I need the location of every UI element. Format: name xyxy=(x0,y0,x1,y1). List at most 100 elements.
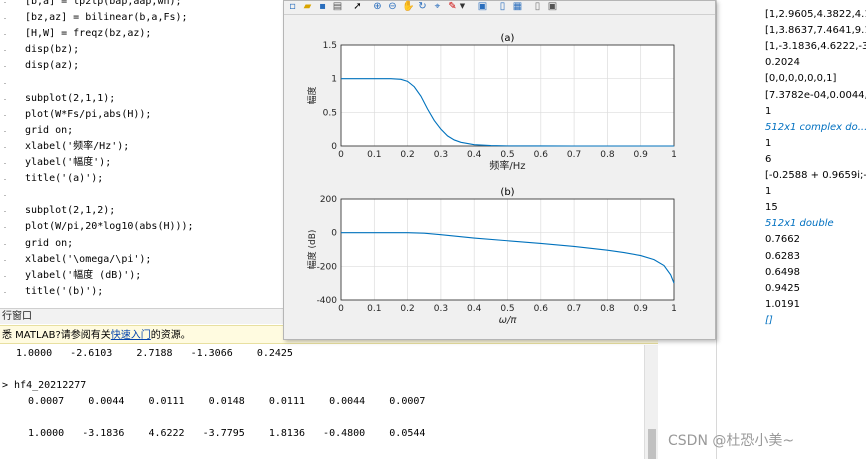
code-line[interactable]: [bz,az] = bilinear(b,a,Fs); xyxy=(25,12,188,24)
x-axis-label: 频率/Hz xyxy=(489,159,525,172)
workspace-value[interactable]: 1.0191 xyxy=(765,298,800,311)
x-tick-label: 0.7 xyxy=(567,150,581,160)
zoom-in-icon[interactable]: ⊕ xyxy=(372,1,383,12)
code-line[interactable]: grid on; xyxy=(25,125,73,137)
command-output-line: 1.0000 -2.6103 2.7188 -1.3066 0.2425 xyxy=(16,348,293,359)
dock-icon[interactable]: ▣ xyxy=(547,1,558,12)
print-icon[interactable]: ▤ xyxy=(332,1,343,12)
banner-suffix: 的资源。 xyxy=(150,330,191,341)
code-line[interactable]: [H,W] = freqz(bz,az); xyxy=(25,28,151,40)
y-tick-label: 0 xyxy=(331,142,337,152)
gutter-marker xyxy=(4,259,6,261)
save-icon[interactable]: ▪ xyxy=(317,1,328,12)
gutter-marker xyxy=(4,243,6,245)
workspace-value[interactable]: [0,0,0,0,0,0,1] xyxy=(765,72,836,85)
open-file-icon[interactable]: ▰ xyxy=(302,1,313,12)
code-line[interactable]: disp(bz); xyxy=(25,44,79,56)
gutter-marker xyxy=(4,227,6,229)
x-tick-label: 0.4 xyxy=(467,304,482,314)
link-plot-icon[interactable]: ▣ xyxy=(477,1,488,12)
select-arrow-icon[interactable]: ➚ xyxy=(352,1,363,12)
y-tick-label: -200 xyxy=(317,262,338,272)
gutter-marker xyxy=(4,163,6,164)
command-window-title-text: 行窗口 xyxy=(2,311,32,322)
gutter-marker xyxy=(4,179,6,181)
x-tick-label: 1 xyxy=(671,304,677,314)
gutter-marker xyxy=(4,291,6,293)
x-tick-label: 0.9 xyxy=(634,150,649,160)
gutter-marker xyxy=(4,146,6,148)
workspace-value[interactable]: 6 xyxy=(765,153,771,166)
code-line[interactable]: [b,a] = lp2lp(bap,aap,wn); xyxy=(25,0,182,8)
quick-start-link[interactable]: 快速入门 xyxy=(111,330,151,341)
command-output-line: 1.0000 -3.1836 4.6222 -3.7795 1.8136 -0.… xyxy=(16,428,426,439)
code-line[interactable]: ylabel('幅度 (dB)'); xyxy=(25,270,141,282)
code-line[interactable]: plot(W/pi,20*log10(abs(H))); xyxy=(25,221,194,233)
workspace-value[interactable]: 15 xyxy=(765,201,778,214)
code-line[interactable]: grid on; xyxy=(25,238,73,250)
data-cursor-icon[interactable]: ⌖ xyxy=(432,1,443,12)
banner-text: 悉 MATLAB?请参阅有关 xyxy=(2,330,111,341)
x-tick-label: 0.5 xyxy=(500,150,514,160)
command-window-scrollbar[interactable] xyxy=(644,345,659,459)
workspace-value[interactable]: [1,-3.1836,4.6222,-3... xyxy=(765,40,866,53)
workspace-value[interactable]: 0.7662 xyxy=(765,233,800,246)
workspace-value[interactable]: [7.3782e-04,0.0044,... xyxy=(765,89,866,102)
code-line[interactable]: subplot(2,1,2); xyxy=(25,205,115,217)
workspace-value[interactable]: 0.2024 xyxy=(765,56,800,69)
gutter-marker xyxy=(4,18,6,20)
x-tick-label: 0.5 xyxy=(500,304,514,314)
rotate-icon[interactable]: ↻ xyxy=(417,1,428,12)
code-editor[interactable]: [b,a] = lp2lp(bap,aap,wn); [bz,az] = bili… xyxy=(0,0,284,305)
brush-dropdown-icon[interactable]: ▼ xyxy=(457,1,468,12)
y-axis-label: 幅度 (dB) xyxy=(306,230,318,270)
code-line[interactable]: title('(a)'); xyxy=(25,173,103,185)
code-line[interactable]: xlabel('\omega/\pi'); xyxy=(25,254,151,266)
workspace-value[interactable]: 0.6498 xyxy=(765,266,800,279)
workspace-value[interactable]: 512x1 complex do... xyxy=(765,121,866,134)
workspace-value[interactable]: 1 xyxy=(765,185,771,198)
x-tick-label: 0.3 xyxy=(434,150,448,160)
workspace-value[interactable]: 512x1 double xyxy=(765,217,834,230)
figure-plots: 0 0.1 0.2 0.3 0.4 0.5 0.6 0.7 0.8 0.9 1 0 0.5 1 1.5 (a)… xyxy=(306,33,677,326)
workspace-value[interactable]: [-0.2588 + 0.9659i;-... xyxy=(765,169,866,182)
plot-title: (a) xyxy=(501,33,515,44)
workspace-value[interactable]: [1,2.9605,4.3822,4.1... xyxy=(765,8,866,21)
legend-icon[interactable]: ▦ xyxy=(512,1,523,12)
workspace-value[interactable]: 1 xyxy=(765,137,771,150)
workspace-value[interactable]: 0.6283 xyxy=(765,250,800,263)
code-line[interactable]: disp(az); xyxy=(25,60,79,72)
x-tick-label: 0.6 xyxy=(534,304,549,314)
y-tick-label: -400 xyxy=(317,296,338,306)
x-tick-label: 0.9 xyxy=(634,304,649,314)
code-line[interactable]: plot(W*Fs/pi,abs(H)); xyxy=(25,109,151,121)
workspace-value[interactable]: [] xyxy=(765,314,773,327)
x-tick-label: 0.6 xyxy=(534,150,549,160)
gutter-marker xyxy=(4,195,6,197)
x-tick-label: 0 xyxy=(338,150,344,160)
colorbar-icon[interactable]: ▯ xyxy=(497,1,508,12)
workspace-value[interactable]: 0.9425 xyxy=(765,282,800,295)
y-tick-label: 200 xyxy=(320,195,337,205)
figure-window[interactable]: ▫ ▰ ▪ ▤ ➚ ⊕ ⊖ ✋ ↻ ⌖ ✎ ▼ ▣ ▯ ▦ ▯ ▣ 0 0.1 0.… xyxy=(283,0,716,340)
scrollbar-thumb[interactable] xyxy=(648,429,656,459)
y-tick-label: 0.5 xyxy=(323,108,337,118)
workspace-value[interactable]: 1 xyxy=(765,105,771,118)
code-line[interactable]: ylabel('幅度'); xyxy=(25,157,111,169)
code-line[interactable]: xlabel('频率/Hz'); xyxy=(25,141,129,153)
x-tick-label: 1 xyxy=(671,150,677,160)
x-tick-label: 0.7 xyxy=(567,304,581,314)
gutter-marker xyxy=(4,50,6,52)
zoom-out-icon[interactable]: ⊖ xyxy=(387,1,398,12)
new-figure-icon[interactable]: ▫ xyxy=(287,1,298,12)
pan-icon[interactable]: ✋ xyxy=(402,1,414,12)
y-tick-label: 1 xyxy=(331,75,337,85)
workspace-value[interactable]: [1,3.8637,7.4641,9.1... xyxy=(765,24,866,37)
gutter-marker xyxy=(4,130,6,132)
code-line[interactable]: title('(b)'); xyxy=(25,286,103,298)
gutter-marker xyxy=(4,34,6,36)
hide-tools-icon[interactable]: ▯ xyxy=(532,1,543,12)
code-line[interactable]: subplot(2,1,1); xyxy=(25,93,115,105)
command-window[interactable]: 1.0000 -2.6103 2.7188 -1.3066 0.2425 > hf… xyxy=(0,345,658,459)
gutter-marker xyxy=(4,211,6,213)
